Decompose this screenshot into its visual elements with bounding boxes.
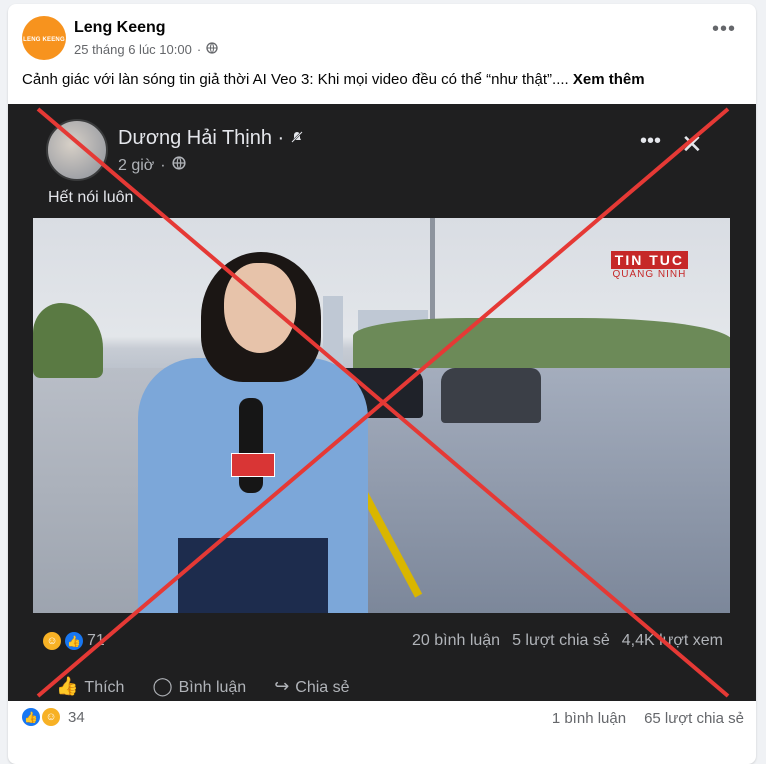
- embedded-comment-label: Bình luận: [178, 679, 247, 696]
- close-icon: ✕: [681, 129, 703, 159]
- like-icon: 👍: [22, 708, 40, 726]
- comment-icon: ◯: [152, 676, 173, 696]
- more-options-button[interactable]: •••: [712, 19, 736, 39]
- embedded-views: 4,4K lượt xem: [621, 632, 723, 649]
- post-meta: 25 tháng 6 lúc 10:00 ·: [74, 42, 218, 57]
- mute-bell-icon: [290, 127, 304, 149]
- embedded-comments: 20 bình luận: [412, 632, 501, 649]
- comment-count[interactable]: 1 bình luận: [552, 710, 626, 727]
- trees-left: [33, 303, 103, 378]
- embedded-reactions: ☺ 👍 71: [43, 632, 105, 650]
- channel-badge-main: TIN TUC: [610, 251, 688, 269]
- embedded-like-label: Thích: [84, 679, 125, 696]
- embedded-time: 2 giờ: [118, 156, 155, 174]
- globe-icon: [206, 42, 218, 57]
- post-author[interactable]: Leng Keeng: [74, 19, 166, 37]
- post-text: Cảnh giác với làn sóng tin giả thời AI V…: [22, 71, 645, 88]
- microphone: [239, 398, 263, 493]
- embedded-time-sep: ·: [160, 156, 166, 174]
- globe-icon: [172, 156, 186, 175]
- embedded-more-icon: •••: [640, 130, 662, 152]
- embedded-author: Dương Hải Thịnh ·: [118, 127, 304, 150]
- thumb-icon: 👍: [56, 676, 79, 696]
- reporter-skirt: [178, 538, 328, 613]
- embedded-post-text: Hết nói luôn: [48, 189, 134, 206]
- counts: 1 bình luận 65 lượt chia sẻ: [552, 710, 744, 727]
- haha-icon: ☺: [43, 632, 61, 650]
- channel-badge-sub: QUẢNG NINH: [612, 269, 687, 280]
- embedded-shares: 5 lượt chia sẻ: [512, 632, 610, 649]
- embedded-author-name: Dương Hải Thịnh: [118, 127, 272, 149]
- embedded-meta: 2 giờ ·: [118, 156, 186, 175]
- microphone-flag: [231, 453, 275, 477]
- news-video-frame: TIN TUC QUẢNG NINH: [33, 218, 730, 613]
- post-card: LENG KEENG Leng Keeng 25 tháng 6 lúc 10:…: [8, 4, 756, 764]
- building: [323, 296, 343, 366]
- post-caption: Cảnh giác với làn sóng tin giả thời AI V…: [22, 71, 569, 88]
- embedded-comment-action: ◯ Bình luận: [152, 676, 246, 697]
- car-crashed: [441, 368, 541, 423]
- embedded-actions: 👍 Thích ◯ Bình luận ↪ Chia sẻ: [56, 676, 350, 697]
- channel-badge: TIN TUC QUẢNG NINH: [610, 251, 688, 280]
- reporter-face: [224, 263, 296, 353]
- avatar-logo-text: LENG KEENG: [23, 37, 65, 43]
- reactions-summary[interactable]: 👍 ☺ 34: [22, 708, 85, 726]
- embedded-like-action: 👍 Thích: [56, 676, 124, 697]
- embedded-avatar: [46, 119, 108, 181]
- embedded-counts: 20 bình luận 5 lượt chia sẻ 4,4K lượt xe…: [412, 632, 723, 650]
- page-avatar[interactable]: LENG KEENG: [22, 16, 66, 60]
- meta-separator: ·: [196, 42, 202, 57]
- like-icon: 👍: [65, 632, 83, 650]
- embedded-reaction-count: 71: [87, 632, 105, 649]
- embedded-share-label: Chia sẻ: [295, 679, 350, 696]
- share-icon: ↪: [274, 676, 290, 696]
- post-timestamp[interactable]: 25 tháng 6 lúc 10:00: [74, 42, 192, 57]
- embedded-author-suffix: ·: [277, 127, 285, 149]
- share-count[interactable]: 65 lượt chia sẻ: [644, 710, 744, 727]
- see-more-link[interactable]: Xem thêm: [573, 71, 645, 88]
- embedded-post-screenshot[interactable]: Dương Hải Thịnh · 2 giờ · ••• ✕ Hết nói …: [8, 104, 756, 701]
- embedded-share-action: ↪ Chia sẻ: [274, 676, 349, 697]
- reaction-count: 34: [68, 708, 85, 726]
- haha-icon: ☺: [42, 708, 60, 726]
